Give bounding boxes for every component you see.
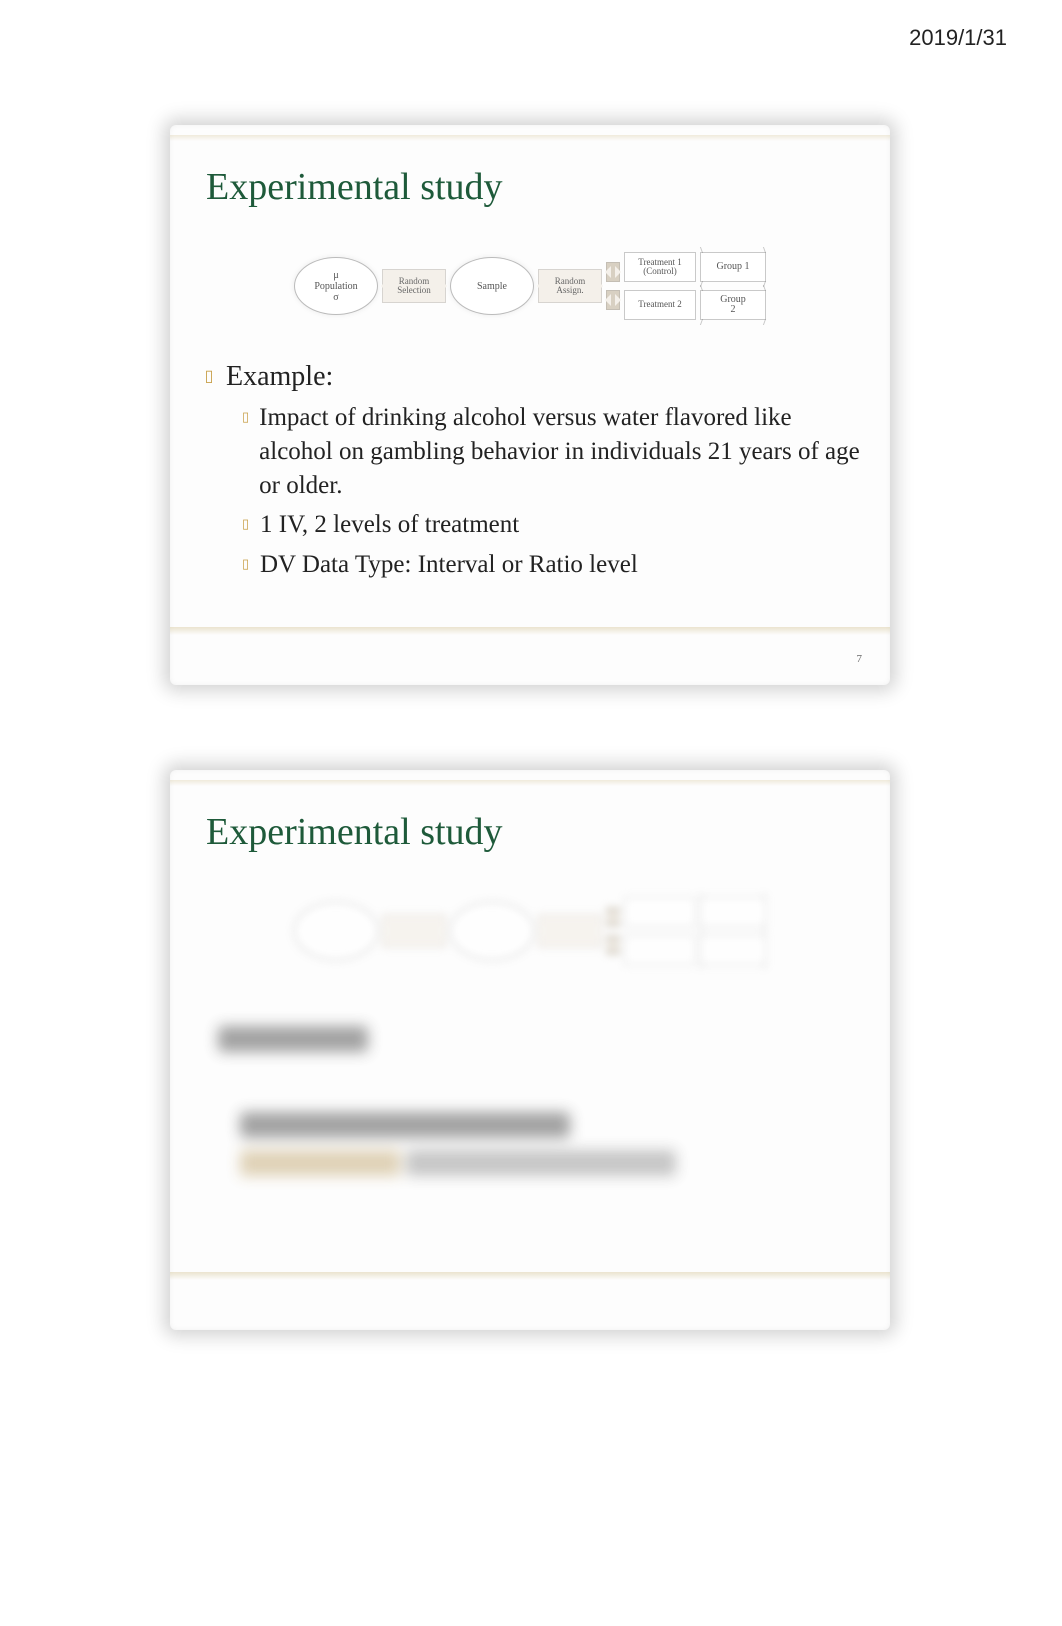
slide-2: Experimental study xyxy=(170,770,890,1330)
node-random-selection xyxy=(382,914,446,948)
treatment-column xyxy=(624,897,696,965)
population-mu: μ xyxy=(333,270,338,281)
decor-top-bar xyxy=(170,780,890,786)
bullet-icon: ▯ xyxy=(242,555,250,573)
slide-number: 7 xyxy=(857,653,863,665)
slide-body: ▯ Example: ▯ Impact of drinking alcohol … xyxy=(204,361,860,582)
treatment-2 xyxy=(624,935,696,965)
small-arrow-bottom xyxy=(606,935,620,955)
group-2: Group 2 xyxy=(700,290,766,320)
node-sample: Sample xyxy=(450,257,534,315)
small-arrow-top xyxy=(606,907,620,927)
treatment-1: Treatment 1 (Control) xyxy=(624,252,696,282)
bullet-icon: ▯ xyxy=(242,408,249,426)
node-population: μ Population σ xyxy=(294,257,378,315)
group-1 xyxy=(700,897,766,927)
blurred-content xyxy=(200,1026,860,1176)
bullet-text: 1 IV, 2 levels of treatment xyxy=(260,508,519,542)
decor-bottom-bar xyxy=(170,627,890,635)
page-date: 2019/1/31 xyxy=(909,25,1007,51)
node-random-selection: Random Selection xyxy=(382,269,446,303)
small-arrow-bottom xyxy=(606,290,620,310)
small-arrow-top xyxy=(606,262,620,282)
population-label: Population xyxy=(314,281,357,292)
group-column: Group 1 Group 2 xyxy=(700,252,766,320)
random-selection-l2: Selection xyxy=(397,286,431,295)
list-item: ▯ Impact of drinking alcohol versus wate… xyxy=(242,401,860,502)
group-2-l2: 2 xyxy=(731,305,736,316)
group-2 xyxy=(700,935,766,965)
bullet-icon: ▯ xyxy=(242,515,250,533)
group-1-label: Group 1 xyxy=(716,262,749,273)
bullet-icon: ▯ xyxy=(204,365,214,387)
slide-title: Experimental study xyxy=(206,165,860,209)
node-random-assign: Random Assign. xyxy=(538,269,602,303)
node-population xyxy=(294,902,378,960)
flow-diagram-blurred xyxy=(200,876,860,986)
blurred-segment xyxy=(406,1150,676,1176)
decor-top-bar xyxy=(170,135,890,141)
group-1: Group 1 xyxy=(700,252,766,282)
flow-diagram: μ Population σ Random Selection Sample R… xyxy=(200,231,860,341)
slide-1: Experimental study μ Population σ Random… xyxy=(170,125,890,685)
example-label: Example: xyxy=(226,361,333,393)
population-sigma: σ xyxy=(333,292,338,303)
bullet-text: DV Data Type: Interval or Ratio level xyxy=(260,548,638,582)
treatment-1-l2: (Control) xyxy=(643,267,677,276)
treatment-column: Treatment 1 (Control) Treatment 2 xyxy=(624,252,696,320)
group-column xyxy=(700,897,766,965)
random-assign-l2: Assign. xyxy=(556,286,583,295)
decor-bottom-bar xyxy=(170,1272,890,1280)
treatment-1 xyxy=(624,897,696,927)
blurred-highlight xyxy=(240,1150,400,1176)
blurred-line xyxy=(240,1150,680,1176)
node-random-assign xyxy=(538,914,602,948)
treatment-2-label: Treatment 2 xyxy=(638,300,681,309)
example-sub-list: ▯ Impact of drinking alcohol versus wate… xyxy=(242,401,860,582)
example-heading: ▯ Example: xyxy=(204,361,860,393)
treatment-2: Treatment 2 xyxy=(624,290,696,320)
list-item: ▯ DV Data Type: Interval or Ratio level xyxy=(242,548,860,582)
bullet-text: Impact of drinking alcohol versus water … xyxy=(259,401,860,502)
node-sample xyxy=(450,902,534,960)
slide-title: Experimental study xyxy=(206,810,860,854)
sample-label: Sample xyxy=(477,281,507,292)
blurred-line xyxy=(218,1026,368,1052)
list-item: ▯ 1 IV, 2 levels of treatment xyxy=(242,508,860,542)
blurred-line xyxy=(240,1112,570,1138)
